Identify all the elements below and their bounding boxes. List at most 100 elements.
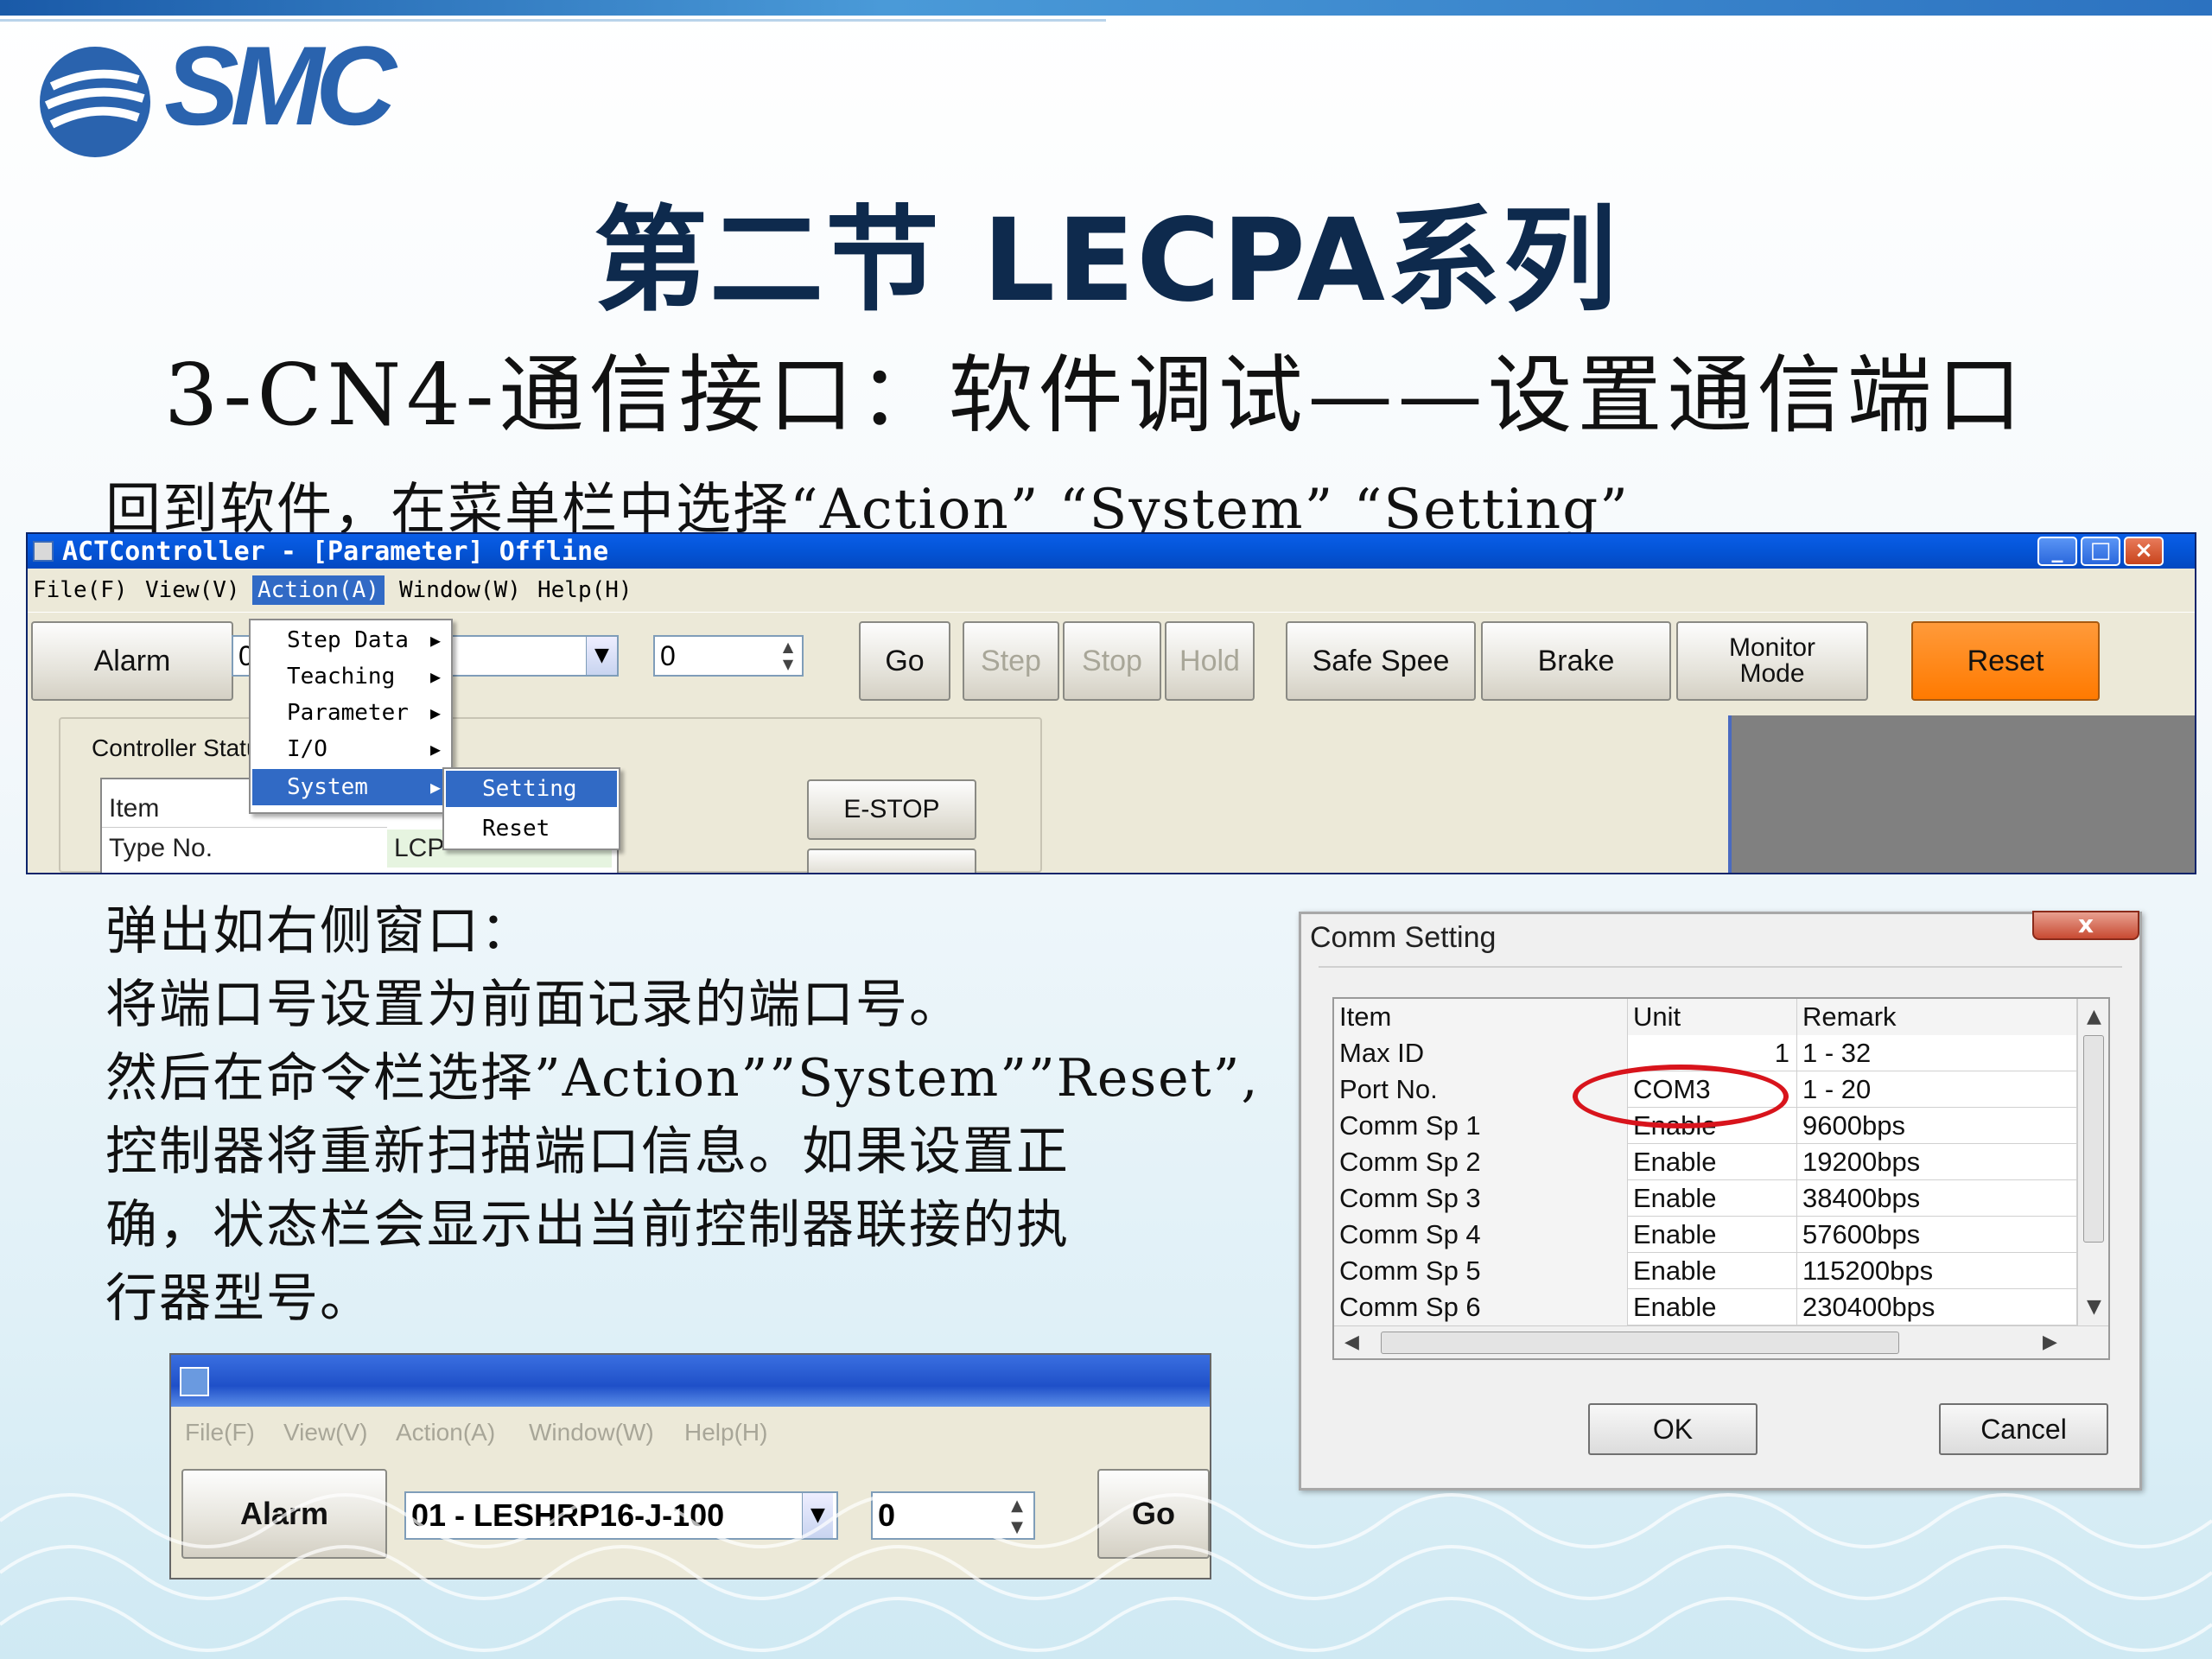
close-icon[interactable]: x (2032, 911, 2139, 940)
dialog-title: Comm Setting (1310, 921, 1497, 954)
menu-file[interactable]: File(F) (28, 575, 133, 605)
scroll-left-icon[interactable]: ◀ (1344, 1332, 1359, 1353)
table-row[interactable]: Comm Sp 4 Enable 57600bps (1334, 1217, 2077, 1253)
body-line: 弹出如右侧窗口： (105, 901, 534, 962)
close-icon[interactable]: × (2124, 537, 2164, 566)
scroll-thumb[interactable] (1381, 1332, 1899, 1354)
controller-status-legend: Controller Status (88, 734, 276, 762)
cell-item: Comm Sp 4 (1334, 1217, 1628, 1253)
spinner-arrows-icon[interactable]: ▲ ▼ (776, 639, 800, 673)
body-line: 行器型号。 (105, 1268, 373, 1329)
menu-item-step-data[interactable]: Step Data ▶ (252, 622, 449, 658)
menu-bar: File(F) View(V) Action(A) Window(W) Help… (28, 570, 2195, 610)
cell-remark: 9600bps (1797, 1108, 2077, 1144)
minimize-icon[interactable]: _ (2037, 537, 2077, 566)
monitor-mode-button[interactable]: Monitor Mode (1676, 621, 1868, 701)
chevron-down-icon[interactable]: ▼ (586, 637, 617, 675)
scroll-up-icon[interactable]: ▲ (2087, 1006, 2101, 1027)
slide-title: 第二节 LECPA系列 (594, 194, 1618, 327)
cell-unit[interactable]: Enable (1628, 1180, 1797, 1217)
cell-remark: 230400bps (1797, 1289, 2077, 1325)
app-icon (33, 541, 54, 562)
header-remark: Remark (1797, 999, 2077, 1035)
menu-item-io[interactable]: I/O ▶ (252, 731, 449, 767)
comm-settings-grid: Item Unit Remark Max ID 1 1 - 32 Port No… (1332, 997, 2110, 1360)
table-row[interactable]: Comm Sp 5 Enable 115200bps (1334, 1253, 2077, 1289)
cell-item: Comm Sp 2 (1334, 1144, 1628, 1180)
go-button[interactable]: Go (859, 621, 950, 701)
vertical-scrollbar[interactable]: ▲ ▼ (2077, 999, 2108, 1325)
top-accent-bar (0, 0, 2212, 16)
cell-item: Comm Sp 3 (1334, 1180, 1628, 1217)
hold-button[interactable]: Hold (1165, 621, 1255, 701)
submenu-arrow-icon: ▶ (429, 702, 441, 723)
body-line: 控制器将重新扫描端口信息。如果设置正 (105, 1122, 1070, 1182)
comm-setting-dialog: Comm Setting x Item Unit Remark Max ID 1… (1299, 911, 2142, 1491)
monitor-mode-label-1: Monitor (1728, 633, 1816, 662)
monitor-mode-label-2: Mode (1739, 659, 1805, 688)
wave-decoration-icon (0, 1493, 2212, 1652)
submenu-arrow-icon: ▶ (429, 777, 441, 798)
menu-help[interactable]: Help(H) (532, 575, 638, 605)
submenu-arrow-icon: ▶ (429, 666, 441, 687)
horizontal-scrollbar[interactable]: ◀ ▶ (1334, 1325, 2108, 1358)
safe-speed-button[interactable]: Safe Spee (1286, 621, 1476, 701)
cell-remark: 38400bps (1797, 1180, 2077, 1217)
stop-button[interactable]: Stop (1063, 621, 1161, 701)
cell-unit[interactable]: Enable (1628, 1217, 1797, 1253)
menu-item-parameter[interactable]: Parameter ▶ (252, 695, 449, 731)
slide-subtitle: 3-CN4-通信接口：软件调试——设置通信端口 (164, 346, 2027, 445)
status-row-type-no: Type No. (109, 834, 213, 862)
body-line: 将端口号设置为前面记录的端口号。 (105, 975, 963, 1035)
step-button[interactable]: Step (963, 621, 1059, 701)
menu-item-teaching[interactable]: Teaching ▶ (252, 658, 449, 695)
smc-logo-text: SMC (164, 22, 397, 149)
menu-item-system[interactable]: System ▶ (252, 769, 449, 805)
header-unit: Unit (1628, 999, 1797, 1035)
alarm-button[interactable]: Alarm (31, 621, 233, 701)
body-line: 确，状态栏会显示出当前控制器联接的执 (105, 1195, 1070, 1255)
table-row[interactable]: Comm Sp 3 Enable 38400bps (1334, 1180, 2077, 1217)
cell-item: Comm Sp 6 (1334, 1289, 1628, 1325)
submenu-arrow-icon: ▶ (429, 630, 441, 651)
header-item: Item (1334, 999, 1628, 1035)
menu-item-setting[interactable]: Setting (446, 771, 617, 807)
menu-item-reset[interactable]: Reset (446, 810, 617, 847)
system-submenu: Setting Reset (442, 767, 620, 850)
cell-item: Comm Sp 5 (1334, 1253, 1628, 1289)
scroll-right-icon[interactable]: ▶ (2043, 1332, 2057, 1353)
app-icon (180, 1367, 209, 1396)
scroll-thumb[interactable] (2083, 1035, 2104, 1243)
cell-remark: 19200bps (1797, 1144, 2077, 1180)
estop-button[interactable]: E-STOP (807, 779, 976, 840)
cell-remark: 57600bps (1797, 1217, 2077, 1253)
table-row[interactable]: Comm Sp 6 Enable 230400bps (1334, 1289, 2077, 1325)
table-row[interactable]: Comm Sp 2 Enable 19200bps (1334, 1144, 2077, 1180)
cell-remark: 1 - 20 (1797, 1071, 2077, 1108)
cell-unit[interactable]: Enable (1628, 1289, 1797, 1325)
status-extra-button[interactable] (807, 849, 976, 873)
maximize-icon[interactable]: □ (2081, 537, 2120, 566)
top-accent-line (0, 19, 1106, 22)
action-dropdown-menu: Step Data ▶ Teaching ▶ Parameter ▶ I/O ▶ Sys… (249, 619, 453, 814)
menu-view[interactable]: View(V) (140, 575, 245, 605)
menu-window[interactable]: Window(W) (394, 575, 526, 605)
mdi-client-area (1728, 715, 2195, 873)
menu-action[interactable]: Action(A) (252, 575, 385, 605)
body-line: 然后在命令栏选择”Action””System””Reset”, (105, 1048, 1260, 1109)
port-highlight-ellipse (1573, 1065, 1789, 1128)
dialog-divider (1319, 966, 2122, 968)
cell-item: Comm Sp 1 (1334, 1108, 1628, 1144)
window-titlebar (171, 1355, 1210, 1407)
window-titlebar: ACTController - [Parameter] Offline _ □ … (28, 534, 2195, 569)
submenu-arrow-icon: ▶ (429, 739, 441, 760)
cell-item: Max ID (1334, 1035, 1628, 1071)
brake-button[interactable]: Brake (1481, 621, 1671, 701)
body-text: 弹出如右侧窗口： 将端口号设置为前面记录的端口号。 然后在命令栏选择”Actio… (105, 895, 1260, 1336)
grid-header-row: Item Unit Remark (1334, 999, 2077, 1035)
window-title: ACTController - [Parameter] Offline (62, 537, 609, 567)
scroll-down-icon[interactable]: ▼ (2087, 1296, 2101, 1318)
reset-button[interactable]: Reset (1911, 621, 2100, 701)
cell-unit[interactable]: Enable (1628, 1144, 1797, 1180)
cell-unit[interactable]: Enable (1628, 1253, 1797, 1289)
